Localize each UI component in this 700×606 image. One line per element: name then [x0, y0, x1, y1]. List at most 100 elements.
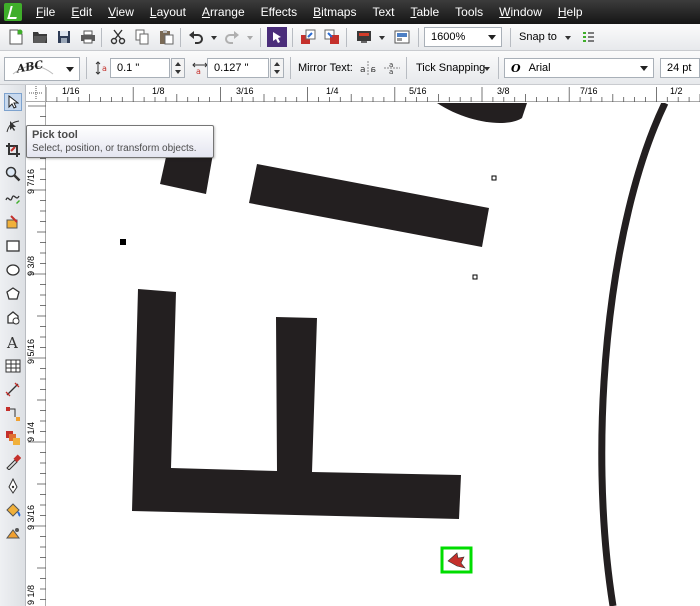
ruler-label: 5/16: [409, 86, 427, 96]
font-size-select[interactable]: 24 pt: [660, 58, 700, 78]
fill-tool-icon[interactable]: [4, 501, 22, 519]
menu-bitmaps[interactable]: Bitmaps: [305, 0, 364, 24]
application-launcher-dropdown-icon[interactable]: [379, 36, 385, 40]
ruler-label: 9 3/16: [26, 504, 36, 530]
mirror-text-label: Mirror Text:: [298, 62, 353, 74]
ruler-label: 1/2: [670, 86, 683, 96]
tick-snapping-dropdown-icon[interactable]: [484, 67, 490, 71]
shape-tool-icon[interactable]: [4, 117, 22, 135]
snap-to-button[interactable]: Snap to: [519, 27, 557, 47]
ruler-label: 9 1/8: [26, 584, 36, 605]
opentype-font-icon: O: [511, 61, 521, 75]
text-tool-icon[interactable]: A: [4, 333, 22, 351]
ellipse-tool-icon[interactable]: [4, 261, 22, 279]
menu-bar: File Edit View Layout Arrange Effects Bi…: [0, 0, 700, 24]
undo-icon[interactable]: [186, 27, 206, 47]
menu-arrange[interactable]: Arrange: [194, 0, 253, 24]
options-icon[interactable]: [578, 27, 598, 47]
ruler-label: 9 1/4: [26, 421, 36, 442]
drawing-canvas[interactable]: [47, 103, 700, 606]
crop-tool-icon[interactable]: [4, 141, 22, 159]
import-icon[interactable]: [298, 27, 318, 47]
menu-window[interactable]: Window: [491, 0, 550, 24]
open-folder-icon[interactable]: [30, 27, 50, 47]
vertical-offset-icon: a: [92, 58, 112, 78]
rectangle-tool-icon[interactable]: [4, 237, 22, 255]
save-icon[interactable]: [54, 27, 74, 47]
mirror-horizontal-icon[interactable]: aa: [358, 58, 378, 78]
freehand-tool-icon[interactable]: [4, 189, 22, 207]
chevron-down-icon: [66, 67, 74, 72]
text-path-handle-icon: [447, 552, 466, 569]
menu-effects[interactable]: Effects: [253, 0, 305, 24]
svg-text:a: a: [389, 68, 393, 75]
application-launcher-icon[interactable]: [354, 27, 374, 47]
ruler-label: 3/8: [497, 86, 510, 96]
standard-toolbar: 1600% Snap to: [0, 24, 700, 51]
mirror-vertical-icon[interactable]: aa: [382, 58, 402, 78]
redo-icon: [222, 27, 242, 47]
print-icon[interactable]: [78, 27, 98, 47]
snap-to-dropdown-icon[interactable]: [565, 36, 571, 40]
dimension-tool-icon[interactable]: [4, 381, 22, 399]
offset-spinner[interactable]: [270, 58, 284, 78]
ruler-origin-corner[interactable]: [26, 85, 46, 102]
app-logo-icon[interactable]: [4, 3, 22, 21]
connector-tool-icon[interactable]: [4, 405, 22, 423]
ruler-label: 1/16: [62, 86, 80, 96]
font-list-select[interactable]: O Arial: [504, 58, 654, 78]
horizontal-ruler[interactable]: 1/16 1/8 3/16 1/4 5/16 3/8 7/16 1/2: [26, 85, 700, 102]
chevron-down-icon: [640, 66, 648, 71]
search-content-icon[interactable]: [267, 27, 287, 47]
svg-text:a: a: [196, 67, 201, 75]
zoom-tool-icon[interactable]: [4, 165, 22, 183]
welcome-screen-icon[interactable]: [392, 27, 412, 47]
ruler-label: 7/16: [580, 86, 598, 96]
ruler-label: 9 7/16: [26, 168, 36, 194]
chevron-down-icon: [488, 35, 496, 40]
menu-table[interactable]: Table: [402, 0, 447, 24]
drawing-surface: [120, 103, 669, 606]
polygon-tool-icon[interactable]: [4, 285, 22, 303]
distance-spinner[interactable]: [171, 58, 185, 78]
pick-tool-icon[interactable]: [4, 93, 22, 111]
fit-text-to-path-select[interactable]: ABC: [4, 57, 80, 81]
ruler-label: 3/16: [236, 86, 254, 96]
tooltip-description: Select, position, or transform objects.: [32, 143, 197, 154]
cut-icon[interactable]: [108, 27, 128, 47]
undo-dropdown-icon[interactable]: [211, 36, 217, 40]
smart-fill-tool-icon[interactable]: [4, 213, 22, 231]
menu-edit[interactable]: Edit: [63, 0, 100, 24]
offset-input[interactable]: 0.127 ": [207, 58, 269, 78]
eyedropper-tool-icon[interactable]: [4, 453, 22, 471]
basic-shapes-tool-icon[interactable]: [4, 309, 22, 327]
outline-pen-tool-icon[interactable]: [4, 477, 22, 495]
ruler-label: 9 5/16: [26, 338, 36, 364]
new-document-icon[interactable]: [6, 27, 26, 47]
menu-view[interactable]: View: [100, 0, 142, 24]
distance-from-path-input[interactable]: 0.1 ": [110, 58, 170, 78]
zoom-level-select[interactable]: 1600%: [424, 27, 502, 47]
ruler-ticks: [45, 87, 700, 102]
table-tool-icon[interactable]: [4, 357, 22, 375]
svg-text:a: a: [360, 65, 366, 75]
tick-snapping-button[interactable]: Tick Snapping: [416, 58, 485, 78]
paste-icon[interactable]: [156, 27, 176, 47]
blend-tool-icon[interactable]: [4, 429, 22, 447]
ruler-label: 1/8: [152, 86, 165, 96]
toolbox: A: [0, 85, 26, 606]
vertical-ruler[interactable]: 9 7/16 9 3/8 9 5/16 9 1/4 9 3/16 9 1/8: [26, 102, 46, 606]
text-on-path-icon: ABC: [12, 60, 54, 76]
copy-icon[interactable]: [132, 27, 152, 47]
menu-tools[interactable]: Tools: [447, 0, 491, 24]
menu-help[interactable]: Help: [550, 0, 591, 24]
menu-text[interactable]: Text: [364, 0, 402, 24]
svg-text:a: a: [102, 64, 107, 73]
menu-layout[interactable]: Layout: [142, 0, 194, 24]
tooltip-title: Pick tool: [32, 129, 78, 141]
interactive-fill-tool-icon[interactable]: [4, 525, 22, 543]
pick-tool-tooltip: Pick tool Select, position, or transform…: [26, 125, 214, 158]
export-icon[interactable]: [322, 27, 342, 47]
menu-file[interactable]: File: [28, 0, 63, 24]
control-handle: [491, 175, 497, 181]
